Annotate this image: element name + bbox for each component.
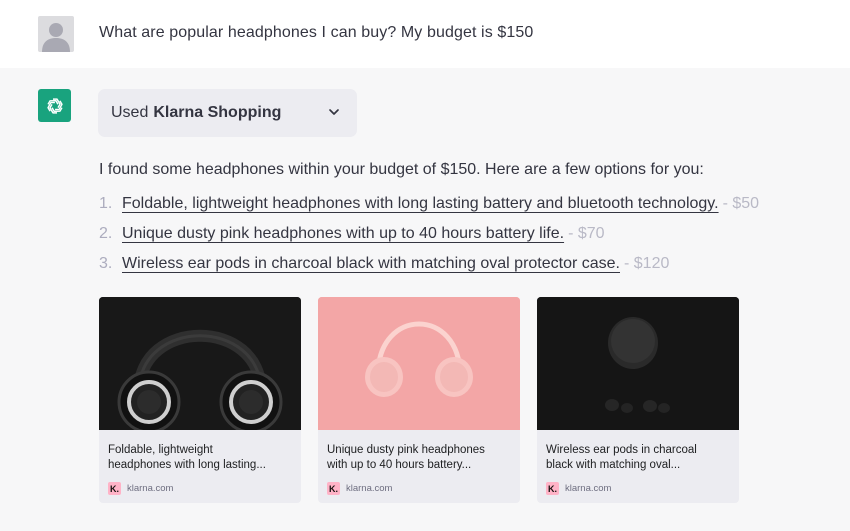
- product-card-source: K. klarna.com: [108, 482, 173, 495]
- product-card-title-line: Foldable, lightweight: [108, 444, 213, 456]
- product-image-black-earpods: [537, 297, 739, 430]
- user-message-row: What are popular headphones I can buy? M…: [0, 0, 850, 68]
- product-card-title-line: Wireless ear pods in charcoal: [546, 444, 697, 456]
- product-card-pink-headphones[interactable]: Unique dusty pink headphones with up to …: [318, 297, 520, 503]
- list-item: 2. Unique dusty pink headphones with up …: [99, 225, 759, 255]
- product-card-title: Unique dusty pink headphones with up to …: [327, 443, 513, 473]
- product-list: 1. Foldable, lightweight headphones with…: [99, 195, 759, 285]
- product-price: - $120: [624, 255, 670, 272]
- product-card-title: Foldable, lightweight headphones with lo…: [108, 443, 294, 473]
- product-card-title: Wireless ear pods in charcoal black with…: [546, 443, 732, 473]
- list-item: 3. Wireless ear pods in charcoal black w…: [99, 255, 759, 285]
- product-link-pink-headphones[interactable]: Unique dusty pink headphones with up to …: [122, 225, 564, 243]
- plugin-name: Klarna Shopping: [153, 104, 282, 121]
- source-domain: klarna.com: [127, 483, 174, 494]
- product-card-title-line: headphones with long lasting...: [108, 459, 266, 471]
- product-card-source: K. klarna.com: [327, 482, 392, 495]
- product-image-pink-headphones: [318, 297, 520, 430]
- openai-logo-icon: [38, 89, 71, 122]
- product-card-source: K. klarna.com: [546, 482, 611, 495]
- user-message-text: What are popular headphones I can buy? M…: [99, 24, 534, 41]
- assistant-intro-text: I found some headphones within your budg…: [99, 161, 704, 178]
- product-card-foldable-headphones[interactable]: Foldable, lightweight headphones with lo…: [99, 297, 301, 503]
- plugin-used-toggle[interactable]: Used Klarna Shopping: [98, 89, 357, 137]
- product-price: - $70: [568, 225, 605, 242]
- list-item-number: 1.: [99, 195, 113, 212]
- list-item-number: 3.: [99, 255, 113, 272]
- klarna-logo-icon: K.: [546, 482, 559, 495]
- product-link-wireless-earpods[interactable]: Wireless ear pods in charcoal black with…: [122, 255, 620, 273]
- product-image-black-headphones: [99, 297, 301, 430]
- source-domain: klarna.com: [565, 483, 612, 494]
- list-item: 1. Foldable, lightweight headphones with…: [99, 195, 759, 225]
- product-card-title-line: Unique dusty pink headphones: [327, 444, 485, 456]
- list-item-number: 2.: [99, 225, 113, 242]
- klarna-logo-icon: K.: [327, 482, 340, 495]
- source-domain: klarna.com: [346, 483, 393, 494]
- product-link-foldable-headphones[interactable]: Foldable, lightweight headphones with lo…: [122, 195, 719, 213]
- product-card-title-line: with up to 40 hours battery...: [327, 459, 472, 471]
- klarna-logo-icon: K.: [108, 482, 121, 495]
- assistant-message-row: Used Klarna Shopping I found some headph…: [0, 68, 850, 531]
- product-card-wireless-earpods[interactable]: Wireless ear pods in charcoal black with…: [537, 297, 739, 503]
- product-price: - $50: [722, 195, 760, 212]
- product-card-title-line: black with matching oval...: [546, 459, 681, 471]
- chevron-down-icon: [327, 105, 341, 124]
- user-avatar-icon: [38, 16, 74, 52]
- plugin-prefix: Used: [111, 104, 149, 121]
